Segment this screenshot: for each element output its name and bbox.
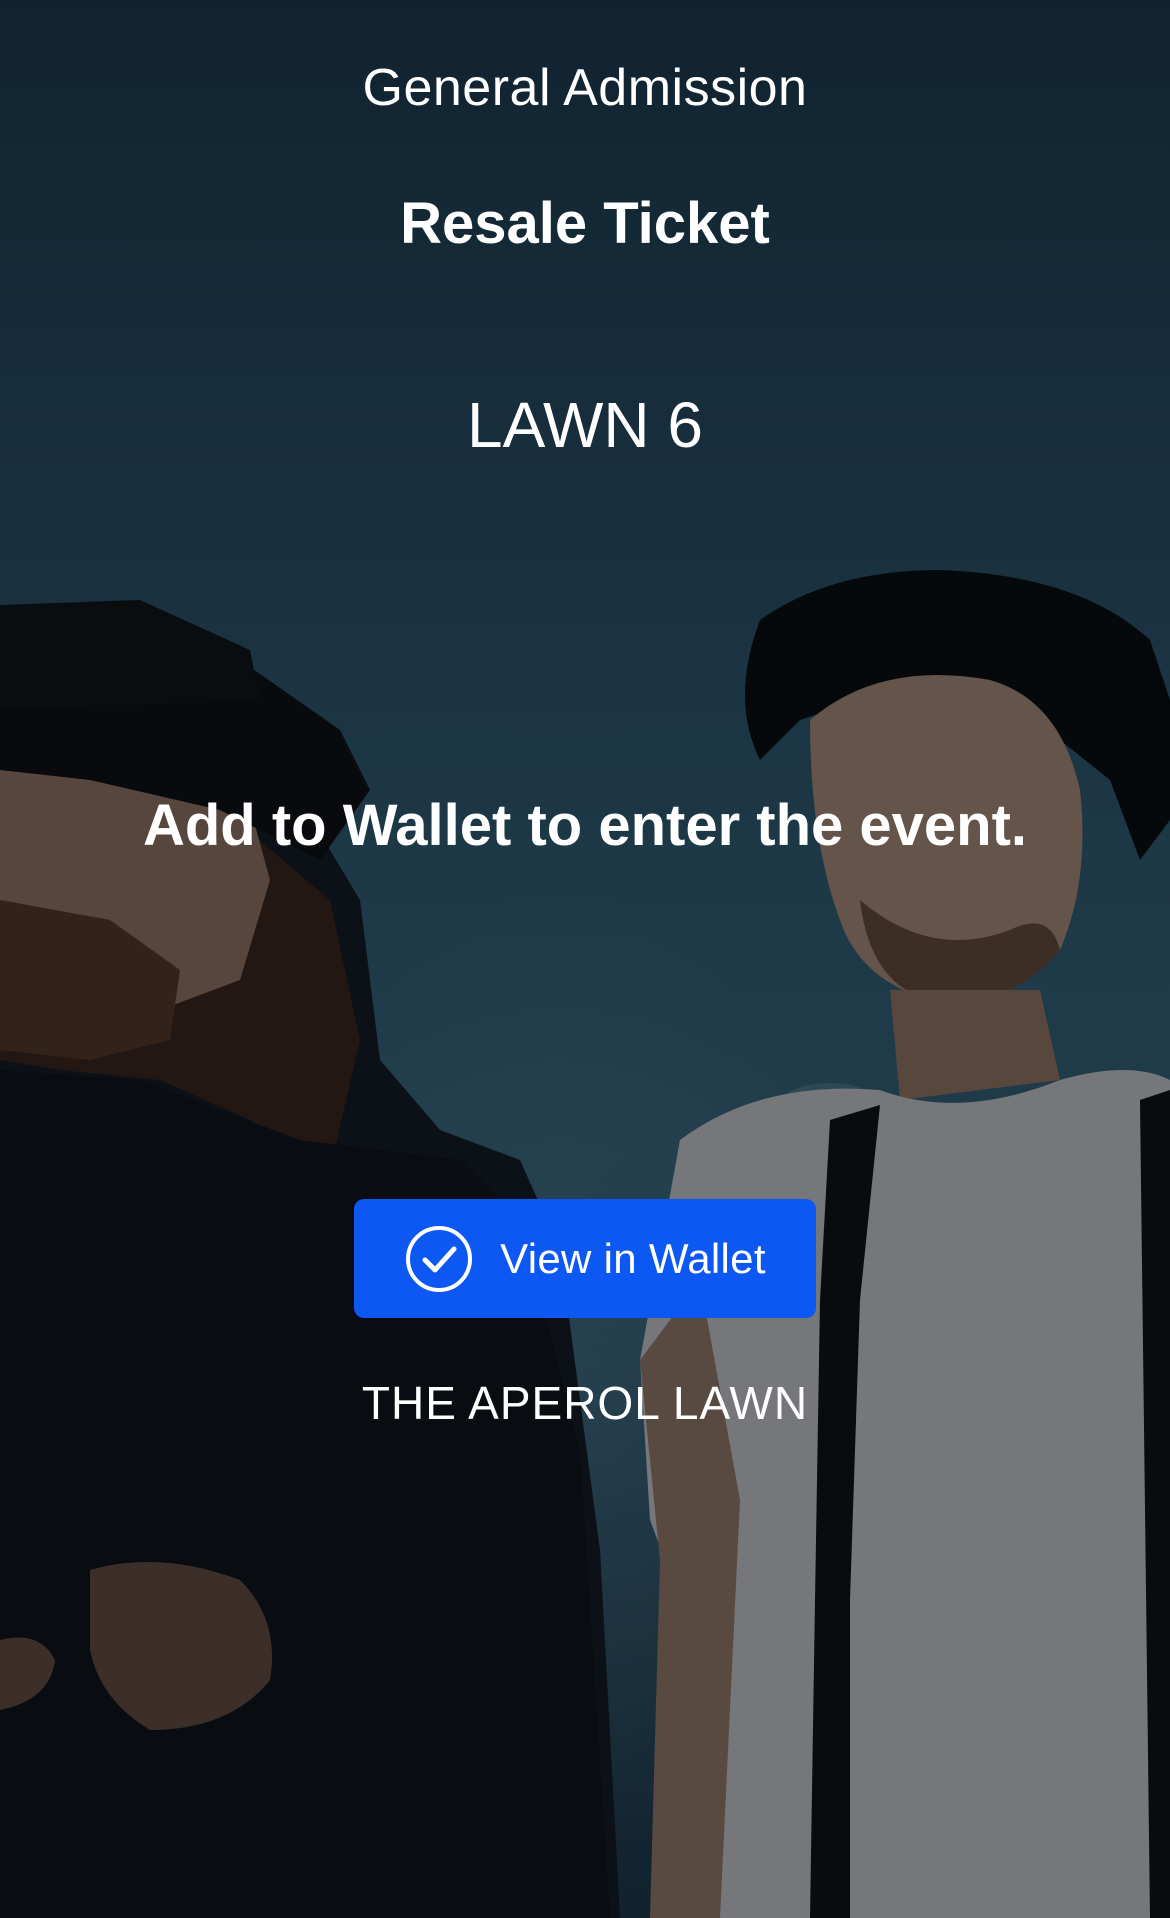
admission-type: General Admission [362,59,808,117]
venue-area: THE APEROL LAWN [361,1377,809,1429]
view-in-wallet-label: View in Wallet [500,1234,766,1282]
photo-dim-overlay [0,0,1170,1918]
view-in-wallet-button[interactable]: View in Wallet [354,1199,816,1318]
seat-section: LAWN 6 [467,389,703,461]
ticket-type: Resale Ticket [400,191,770,256]
ticket-screen: General Admission Resale Ticket LAWN 6 A… [0,0,1170,1918]
wallet-instruction: Add to Wallet to enter the event. [142,793,1028,858]
check-circle-icon [406,1225,473,1292]
